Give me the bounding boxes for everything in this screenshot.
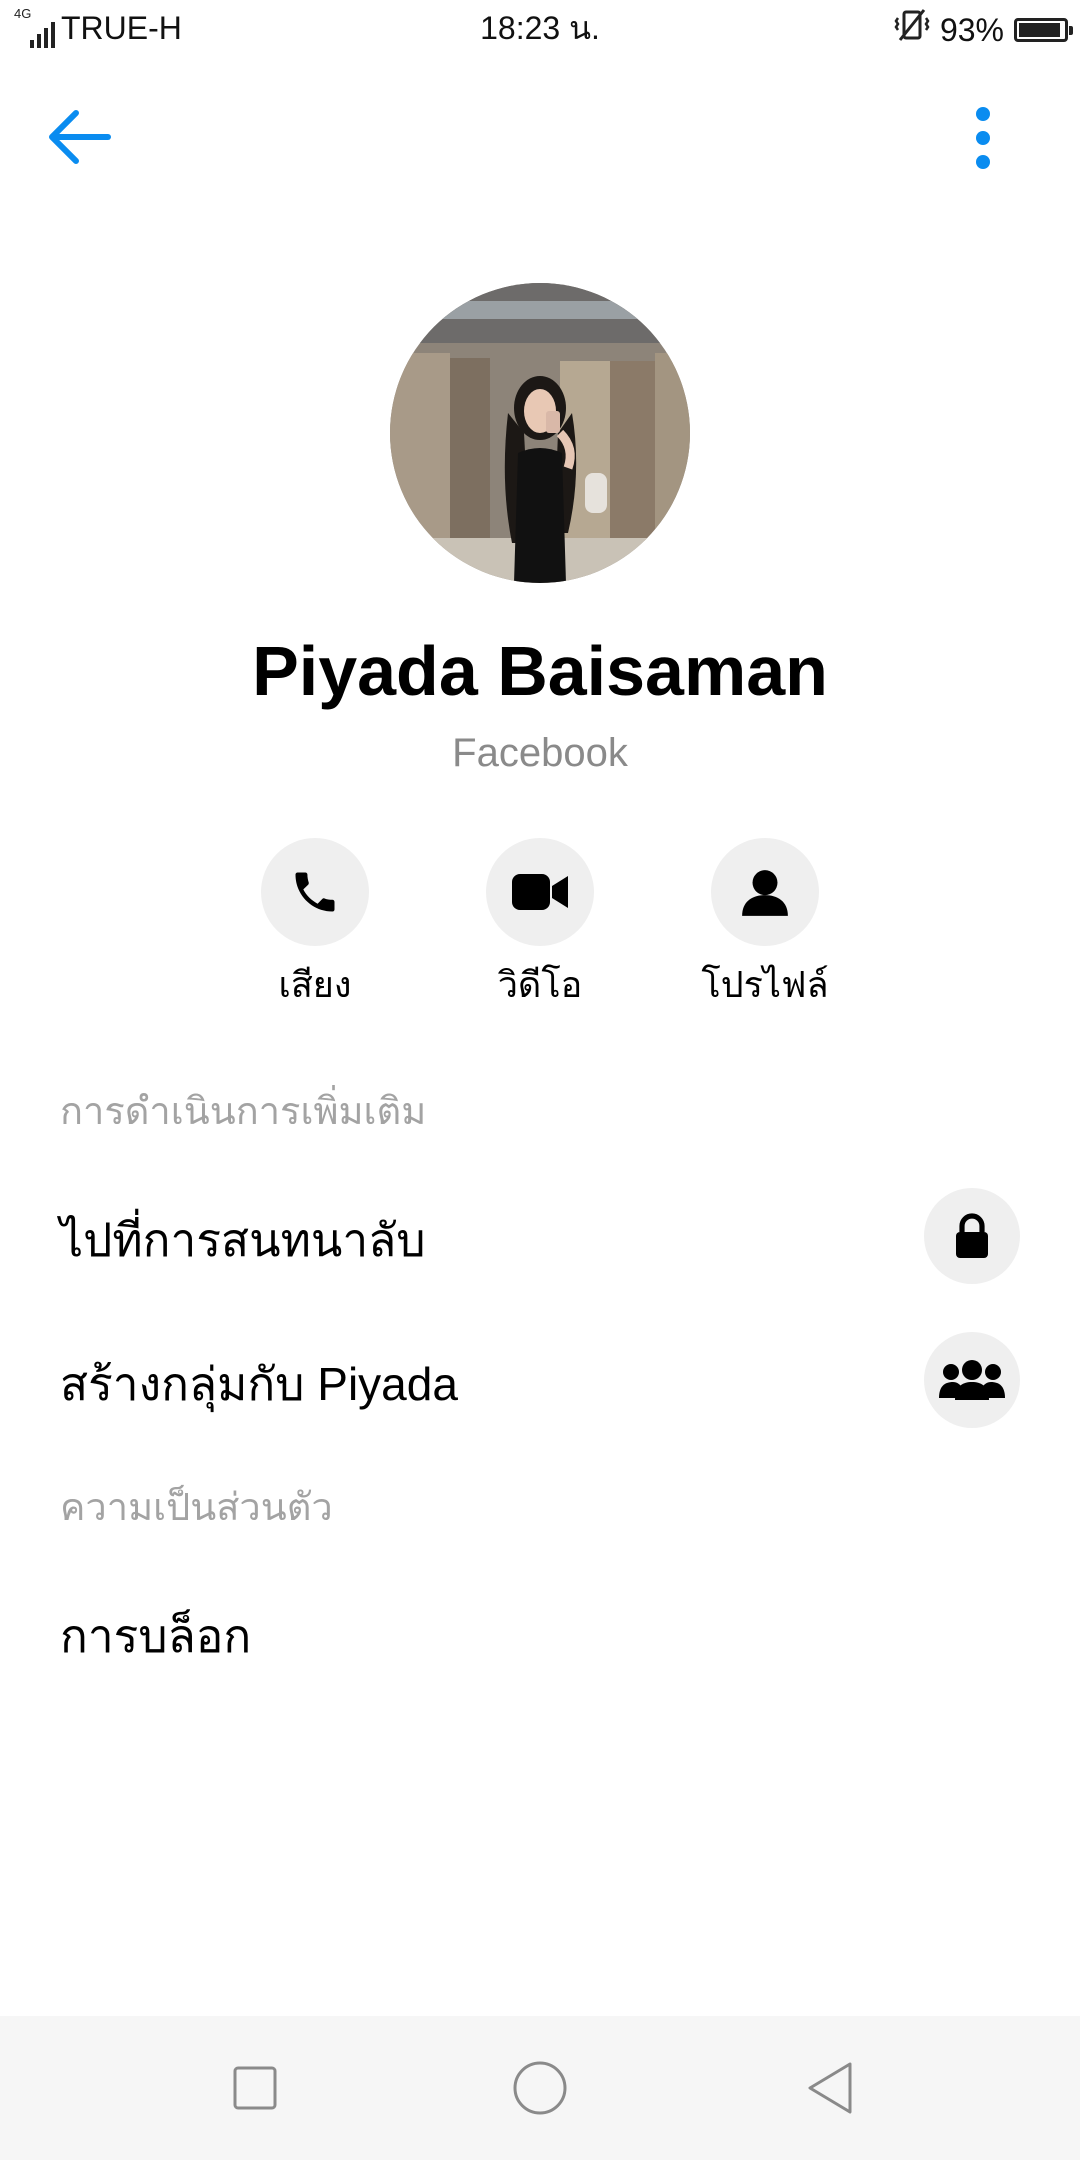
video-call-label: วิดีโอ [497, 964, 583, 1005]
profile-label: โปรไฟล์ [701, 964, 829, 1005]
avatar[interactable] [390, 283, 690, 583]
create-group-row[interactable]: สร้างกลุ่มกับ Piyada [0, 1320, 1080, 1440]
person-icon [742, 870, 788, 916]
arrow-left-icon [49, 110, 111, 164]
profile-name: Piyada Baisaman [252, 632, 828, 710]
more-vertical-icon [976, 107, 990, 169]
video-camera-icon [512, 874, 568, 910]
system-back-button[interactable] [790, 2048, 870, 2128]
video-call-button[interactable]: วิดีโอ [440, 838, 640, 1008]
battery-percent: 93% [939, 11, 1004, 48]
privacy-header: ความเป็นส่วนตัว [60, 1487, 333, 1529]
secret-conversation-row[interactable]: ไปที่การสนทนาลับ [0, 1176, 1080, 1296]
status-right: 93% [894, 8, 1073, 51]
create-group-icon-circle [924, 1332, 1020, 1428]
voice-call-label: เสียง [278, 964, 352, 1005]
more-options-button[interactable] [952, 100, 1014, 176]
lock-icon [956, 1213, 988, 1258]
back-triangle-icon [808, 2062, 852, 2114]
blocking-label: การบล็อก [60, 1610, 252, 1662]
vibrate-icon [894, 8, 930, 51]
home-circle-icon [513, 2061, 567, 2115]
home-button[interactable] [500, 2048, 580, 2128]
status-bar: 4G TRUE-H 18:23 น. 93% [0, 0, 1080, 56]
secret-conversation-icon-circle [924, 1188, 1020, 1284]
voice-call-circle [261, 838, 369, 946]
avatar-photo [390, 283, 690, 583]
create-group-label: สร้างกลุ่มกับ Piyada [60, 1358, 458, 1410]
secret-conversation-label: ไปที่การสนทนาลับ [60, 1214, 426, 1266]
group-icon [939, 1360, 1005, 1400]
voice-call-button[interactable]: เสียง [215, 838, 415, 1008]
phone-icon [295, 872, 335, 912]
profile-circle [711, 838, 819, 946]
battery-fill [1019, 22, 1060, 37]
screen: 4G TRUE-H 18:23 น. 93% Piyada Baisaman F… [0, 0, 1080, 2160]
navigation-bar [0, 2016, 1080, 2160]
back-button[interactable] [44, 102, 124, 172]
blocking-row[interactable]: การบล็อก [0, 1572, 1080, 1692]
video-call-circle [486, 838, 594, 946]
profile-button[interactable]: โปรไฟล์ [665, 838, 865, 1008]
battery-icon [1014, 17, 1073, 42]
recents-button[interactable] [215, 2048, 295, 2128]
profile-source: Facebook [452, 731, 628, 775]
more-actions-header: การดำเนินการเพิ่มเติม [60, 1091, 427, 1133]
recents-square-icon [233, 2066, 277, 2110]
